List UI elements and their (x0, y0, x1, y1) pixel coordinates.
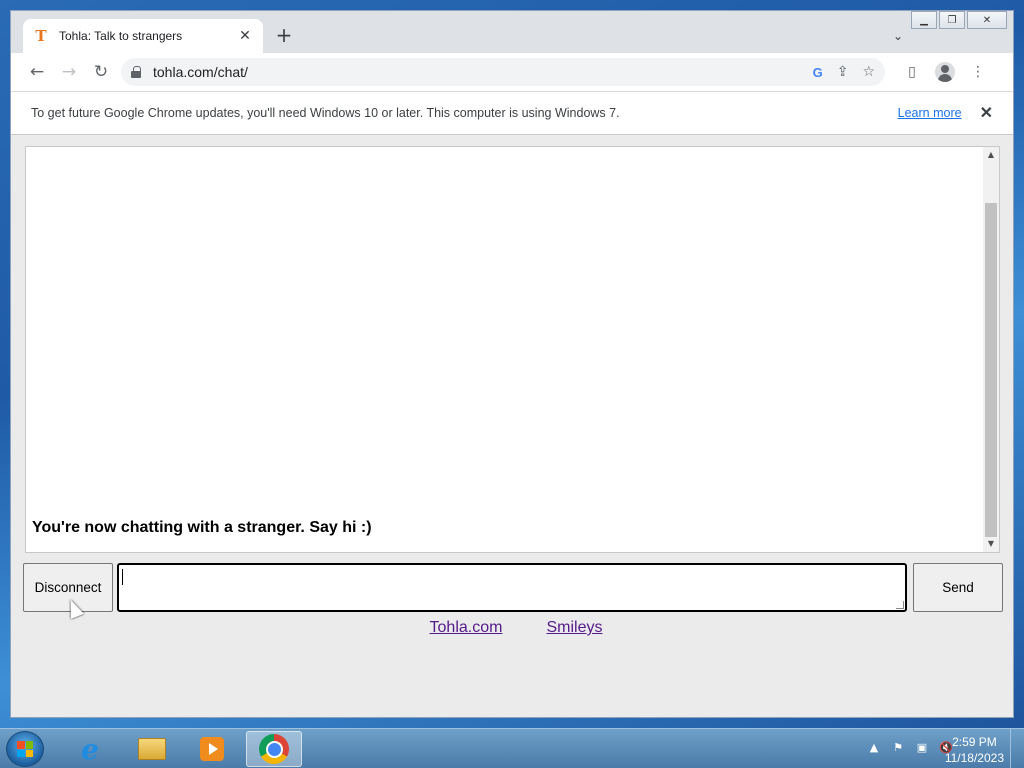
action-center-flag-icon[interactable]: ⚑ (890, 739, 906, 755)
tab-strip: T Tohla: Talk to strangers ✕ + ⌄ (11, 11, 1013, 53)
internet-explorer-icon: e (81, 732, 99, 766)
start-button[interactable] (6, 731, 44, 767)
lock-icon[interactable] (131, 66, 141, 78)
smileys-link[interactable]: Smileys (546, 619, 602, 637)
back-button[interactable]: ← (21, 58, 53, 86)
update-infobar: To get future Google Chrome updates, you… (11, 91, 1013, 135)
message-input[interactable] (117, 563, 907, 612)
tohla-favicon-icon: T (35, 27, 47, 45)
network-icon[interactable]: ▣ (914, 739, 930, 755)
chat-scrollbar[interactable]: ▲ ▼ (983, 147, 999, 552)
clock[interactable]: 2:59 PM 11/18/2023 (945, 734, 1004, 766)
text-caret (122, 569, 123, 585)
browser-toolbar: ← → ↻ tohla.com/chat/ G ⇪ ☆ ▯ ⋮ (11, 53, 1013, 91)
tab-close-icon[interactable]: ✕ (237, 28, 253, 44)
scroll-down-arrow-icon[interactable]: ▼ (983, 536, 999, 552)
show-hidden-icons-arrow-icon[interactable]: ▲ (866, 739, 882, 755)
chat-log: You're now chatting with a stranger. Say… (25, 146, 1000, 553)
menu-kebab-icon[interactable]: ⋮ (967, 61, 989, 83)
chat-status-message: You're now chatting with a stranger. Say… (32, 519, 372, 536)
windows-logo-icon (17, 741, 33, 757)
footer-links: Tohla.com Smileys (11, 619, 1013, 637)
tab-tohla[interactable]: T Tohla: Talk to strangers ✕ (23, 19, 263, 53)
reload-button[interactable]: ↻ (85, 58, 117, 86)
send-button[interactable]: Send (913, 563, 1003, 612)
new-tab-button[interactable]: + (273, 25, 295, 47)
learn-more-link[interactable]: Learn more (898, 106, 962, 120)
profile-avatar-icon[interactable] (935, 62, 955, 82)
browser-window: ▁ ❐ ✕ T Tohla: Talk to strangers ✕ + ⌄ ←… (10, 10, 1014, 718)
media-player-icon (200, 737, 224, 761)
infobar-message: To get future Google Chrome updates, you… (31, 106, 620, 120)
taskbar-chrome[interactable] (246, 731, 302, 767)
show-desktop-button[interactable] (1010, 729, 1024, 768)
bookmark-star-icon[interactable]: ☆ (862, 64, 875, 80)
tab-search-chevron-icon[interactable]: ⌄ (893, 29, 903, 43)
taskbar-file-explorer[interactable] (124, 731, 180, 767)
tab-title: Tohla: Talk to strangers (59, 29, 183, 43)
share-icon[interactable]: ⇪ (837, 64, 849, 80)
infobar-close-icon[interactable]: ✕ (980, 103, 993, 123)
address-bar[interactable]: tohla.com/chat/ G ⇪ ☆ (121, 58, 885, 86)
google-icon[interactable]: G (813, 65, 823, 80)
forward-button[interactable]: → (53, 58, 85, 86)
folder-icon (138, 738, 166, 760)
taskbar: e ▲ ⚑ ▣ 🔇 2:59 PM 11/18/2023 (0, 728, 1024, 768)
system-tray: ▲ ⚑ ▣ 🔇 (866, 739, 954, 755)
scroll-thumb[interactable] (985, 203, 997, 537)
clock-time: 2:59 PM (952, 735, 997, 749)
side-panel-icon[interactable]: ▯ (901, 61, 923, 83)
resize-handle[interactable] (896, 601, 904, 609)
chrome-icon (259, 734, 289, 764)
tohla-home-link[interactable]: Tohla.com (430, 619, 503, 637)
scroll-up-arrow-icon[interactable]: ▲ (983, 147, 999, 163)
chat-page: You're now chatting with a stranger. Say… (11, 135, 1013, 717)
url-text[interactable]: tohla.com/chat/ (153, 64, 813, 80)
clock-date: 11/18/2023 (944, 751, 1004, 765)
taskbar-internet-explorer[interactable]: e (62, 731, 118, 767)
taskbar-media-player[interactable] (184, 731, 240, 767)
